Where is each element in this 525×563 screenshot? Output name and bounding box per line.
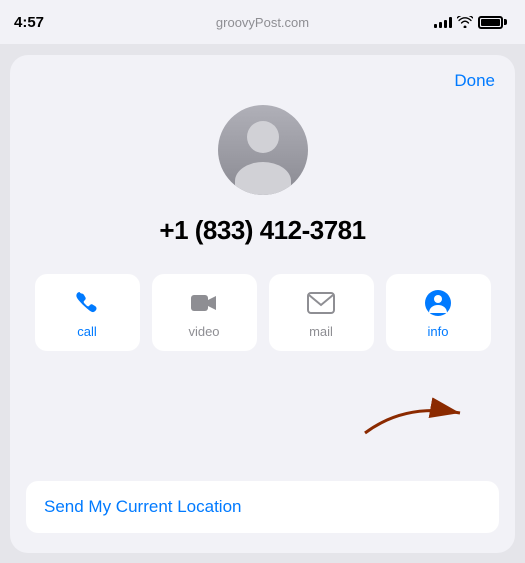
mail-icon: [306, 288, 336, 318]
avatar: [218, 105, 308, 195]
mail-label: mail: [309, 324, 333, 339]
video-label: video: [188, 324, 219, 339]
status-icons: [434, 16, 507, 29]
video-icon: [189, 288, 219, 318]
status-bar: 4:57 groovyPost.com: [0, 0, 525, 44]
call-icon: [72, 288, 102, 318]
action-sheet: Done +1 (833) 412-3781 call: [10, 55, 515, 553]
info-label: info: [428, 324, 449, 339]
phone-number: +1 (833) 412-3781: [159, 215, 365, 246]
info-button[interactable]: info: [386, 274, 491, 351]
arrow-annotation: [345, 383, 485, 443]
battery-icon: [478, 16, 507, 29]
call-button[interactable]: call: [35, 274, 140, 351]
status-time: 4:57: [14, 14, 44, 31]
info-icon: [423, 288, 453, 318]
send-location-text: Send My Current Location: [44, 497, 242, 517]
website-label: groovyPost.com: [216, 15, 309, 30]
action-buttons-row: call video mail: [10, 274, 515, 351]
video-button[interactable]: video: [152, 274, 257, 351]
signal-icon: [434, 16, 452, 28]
call-label: call: [77, 324, 97, 339]
send-location-row[interactable]: Send My Current Location: [26, 481, 499, 533]
done-button[interactable]: Done: [454, 71, 495, 91]
wifi-icon: [457, 16, 473, 28]
mail-button[interactable]: mail: [269, 274, 374, 351]
